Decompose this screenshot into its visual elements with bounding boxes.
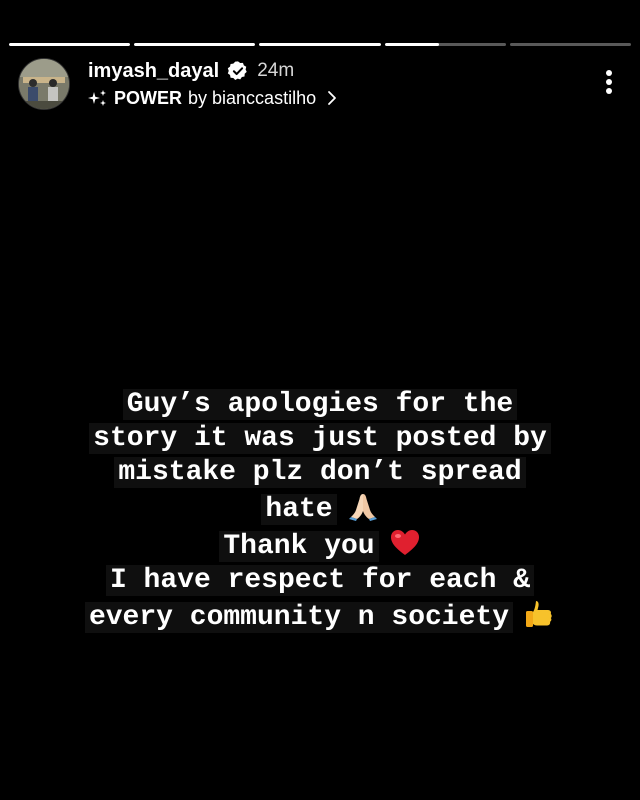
caption-line-7: every community n society — [0, 598, 640, 635]
avatar-image — [19, 59, 69, 109]
caption-line-4: hate — [0, 490, 640, 527]
caption-line-6: I have respect for each & — [0, 564, 640, 598]
story-time: 24m — [257, 60, 295, 81]
caption-line-5: Thank you — [0, 527, 640, 564]
story-progress-bar — [9, 43, 632, 46]
username-row: imyash_dayal 24m — [88, 58, 294, 84]
red-heart-emoji-icon — [390, 530, 419, 555]
chevron-right-icon — [328, 91, 336, 105]
story-header: imyash_dayal 24m POWER by bianccastilho — [18, 56, 622, 110]
music-attribution[interactable]: POWER by bianccastilho — [88, 86, 338, 110]
username[interactable]: imyash_dayal — [88, 60, 219, 83]
caption-line-2: story it was just posted by — [0, 422, 640, 456]
progress-segment-3 — [259, 43, 381, 46]
progress-segment-4 — [384, 43, 506, 46]
avatar[interactable] — [18, 58, 70, 110]
caption-line-3: mistake plz don’t spread — [0, 456, 640, 490]
thumbs-up-emoji-icon — [526, 601, 552, 627]
caption-line-1: Guy’s apologies for the — [0, 388, 640, 422]
verified-badge-icon — [228, 61, 247, 80]
progress-segment-5 — [509, 43, 632, 46]
progress-segment-2 — [134, 43, 256, 46]
story-caption: Guy’s apologies for the story it was jus… — [0, 388, 640, 635]
more-vertical-icon[interactable] — [604, 68, 614, 96]
music-artist: by bianccastilho — [188, 87, 317, 108]
music-song-title: POWER — [114, 87, 183, 108]
sparkle-music-icon — [88, 90, 106, 106]
progress-segment-1 — [9, 43, 131, 46]
folded-hands-emoji-icon — [348, 494, 377, 521]
